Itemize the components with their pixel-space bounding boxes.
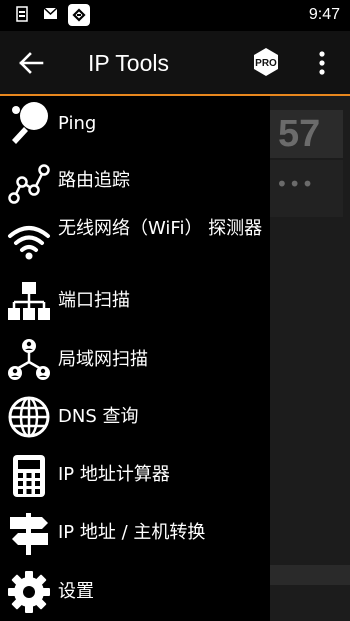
pro-badge-text: PRO — [255, 58, 277, 69]
drawer-item-settings[interactable]: 设置 — [0, 564, 270, 621]
status-time: 9:47 — [308, 6, 340, 23]
drawer-item-label: IP 地址 / 主机转换 — [58, 522, 206, 543]
gear-icon — [8, 571, 50, 613]
background-strip — [270, 565, 350, 585]
screen: 57 ••• 9:47 IP Tools PRO Ping 路由追踪 无线网络（… — [0, 0, 350, 621]
drawer-item-label: Ping — [58, 113, 97, 134]
drawer-item-port-scan[interactable]: 端口扫描 — [0, 274, 270, 332]
drawer-item-label: 局域网扫描 — [58, 349, 148, 370]
drawer-item-wifi-scanner[interactable]: 无线网络（WiFi） 探测器 — [0, 212, 270, 274]
ping-pong-paddle-icon — [12, 102, 48, 144]
signpost-icon — [10, 513, 48, 555]
drawer-item-label: IP 地址计算器 — [58, 464, 170, 485]
globe-icon — [8, 396, 50, 438]
lan-users-icon — [8, 339, 50, 380]
app-title: IP Tools — [88, 50, 169, 76]
drawer-item-traceroute[interactable]: 路由追踪 — [0, 154, 270, 212]
drawer-item-ip-host-convert[interactable]: IP 地址 / 主机转换 — [0, 506, 270, 564]
status-bar: 9:47 — [0, 0, 350, 31]
app-notification-icon — [68, 4, 90, 26]
drawer-item-label: DNS 查询 — [58, 406, 139, 427]
app-bar: IP Tools PRO — [0, 31, 350, 95]
navigation-drawer: Ping 路由追踪 无线网络（WiFi） 探测器 端口扫描 局域网扫描 DNS … — [0, 96, 270, 621]
drawer-item-ping[interactable]: Ping — [0, 96, 270, 154]
wifi-icon — [8, 226, 50, 260]
drawer-item-label: 路由追踪 — [58, 170, 130, 191]
drawer-item-label: 无线网络（WiFi） 探测器 — [58, 218, 263, 239]
arrow-back-icon[interactable] — [14, 49, 46, 77]
background-number: 57 — [278, 113, 321, 155]
background-dots: ••• — [276, 172, 315, 196]
drawer-item-label: 端口扫描 — [58, 290, 130, 311]
drawer-item-lan-scan[interactable]: 局域网扫描 — [0, 332, 270, 390]
sim-card-icon — [16, 6, 28, 22]
mail-icon — [44, 8, 57, 19]
drawer-item-label: 设置 — [58, 581, 94, 602]
more-vert-icon[interactable] — [314, 49, 330, 77]
pro-badge[interactable]: PRO — [251, 47, 281, 77]
route-graph-icon — [8, 164, 50, 204]
drawer-item-ip-calculator[interactable]: IP 地址计算器 — [0, 448, 270, 506]
network-ports-icon — [8, 282, 50, 320]
calculator-icon — [13, 455, 45, 497]
drawer-item-dns-lookup[interactable]: DNS 查询 — [0, 390, 270, 448]
